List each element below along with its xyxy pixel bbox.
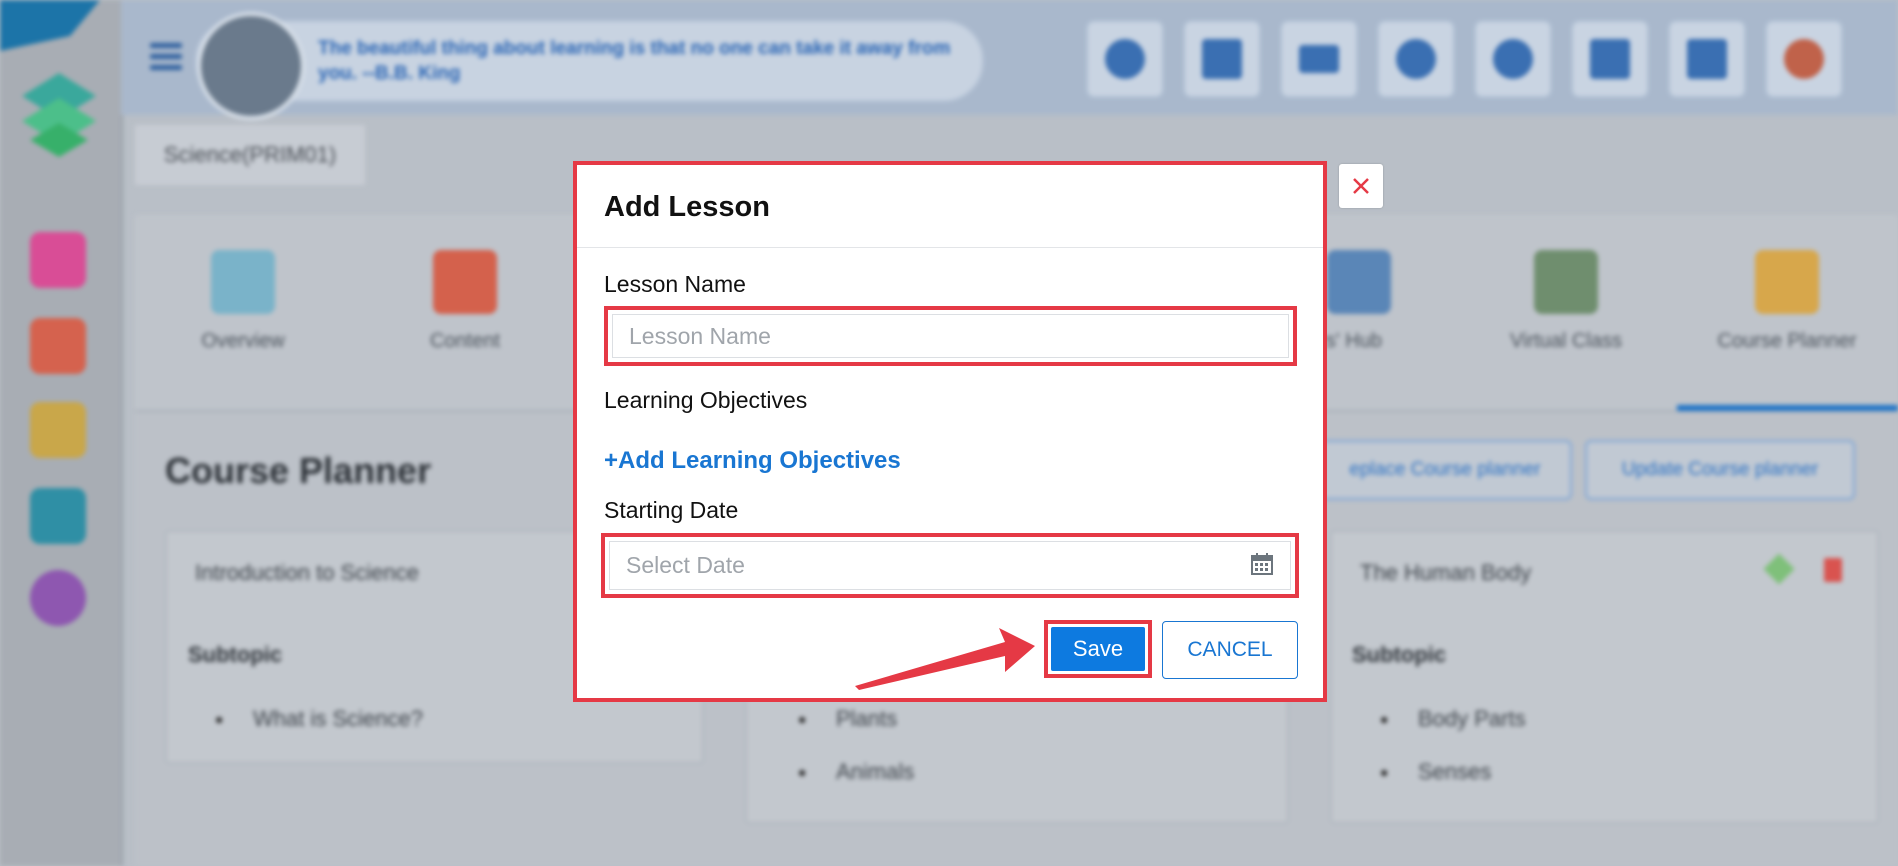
mail-icon[interactable]: [1280, 20, 1358, 98]
lesson-name-highlight: [604, 306, 1297, 366]
list-item: Body Parts: [1380, 706, 1525, 732]
smiley-icon[interactable]: [1474, 20, 1552, 98]
list-item: What is Science?: [215, 706, 423, 732]
list-item: Plants: [798, 706, 897, 732]
save-button-highlight: Save: [1044, 620, 1152, 678]
megaphone-icon[interactable]: [1183, 20, 1261, 98]
chat-icon[interactable]: [30, 570, 86, 626]
courses-icon[interactable]: [30, 318, 86, 374]
save-button[interactable]: Save: [1051, 627, 1145, 671]
list-item: Animals: [798, 759, 914, 785]
tab-overview[interactable]: Overview: [168, 250, 318, 353]
subtopic-label: Subtopic: [188, 642, 283, 667]
app-logo: [22, 73, 96, 157]
tab-virtual-class[interactable]: Virtual Class: [1491, 250, 1641, 353]
starting-date-highlight: [601, 533, 1299, 598]
list-item: Senses: [1380, 759, 1492, 785]
brush-icon[interactable]: [1571, 20, 1649, 98]
starting-date-label: Starting Date: [604, 497, 739, 523]
modal-header: Add Lesson: [577, 165, 1323, 248]
mascot-avatar: [197, 12, 305, 120]
sidebar: [0, 0, 123, 866]
delete-icon[interactable]: [1824, 558, 1842, 582]
learning-objectives-label: Learning Objectives: [604, 387, 808, 413]
home-icon[interactable]: [30, 232, 86, 288]
calendar-icon[interactable]: [1251, 553, 1273, 575]
lesson-name-label: Lesson Name: [604, 271, 746, 297]
starting-date-input[interactable]: [609, 541, 1291, 590]
lesson-card-title: The Human Body: [1360, 560, 1532, 585]
tab-course-planner[interactable]: Course Planner: [1712, 250, 1862, 353]
replace-course-planner-button[interactable]: eplace Course planner: [1318, 440, 1572, 500]
subtopic-label: Subtopic: [1352, 642, 1447, 667]
update-course-planner-button[interactable]: Update Course planner: [1585, 440, 1855, 500]
page-title: Course Planner: [165, 450, 432, 491]
profile-icon[interactable]: [1765, 20, 1843, 98]
modal-title: Add Lesson: [604, 191, 770, 223]
sidebar-corner-decoration: [0, 0, 100, 51]
menu-icon[interactable]: [150, 43, 182, 73]
calendar-nav-icon[interactable]: [30, 488, 86, 544]
close-modal-button[interactable]: [1339, 164, 1383, 208]
cancel-button[interactable]: CANCEL: [1162, 621, 1298, 679]
bell-icon[interactable]: [1377, 20, 1455, 98]
tab-content[interactable]: Content: [390, 250, 540, 353]
pointer-arrow-annotation: [855, 628, 1035, 690]
lesson-name-input[interactable]: [612, 314, 1289, 358]
institution-icon[interactable]: [30, 402, 86, 458]
help-icon[interactable]: [1086, 20, 1164, 98]
translate-icon[interactable]: [1668, 20, 1746, 98]
add-learning-objectives-link[interactable]: +Add Learning Objectives: [604, 447, 901, 475]
close-icon: [1353, 178, 1369, 194]
quote-text: The beautiful thing about learning is th…: [318, 38, 951, 84]
active-tab-indicator: [1677, 405, 1898, 411]
lesson-card-title: Introduction to Science: [195, 560, 419, 585]
course-tag: Science(PRIM01): [135, 125, 365, 185]
